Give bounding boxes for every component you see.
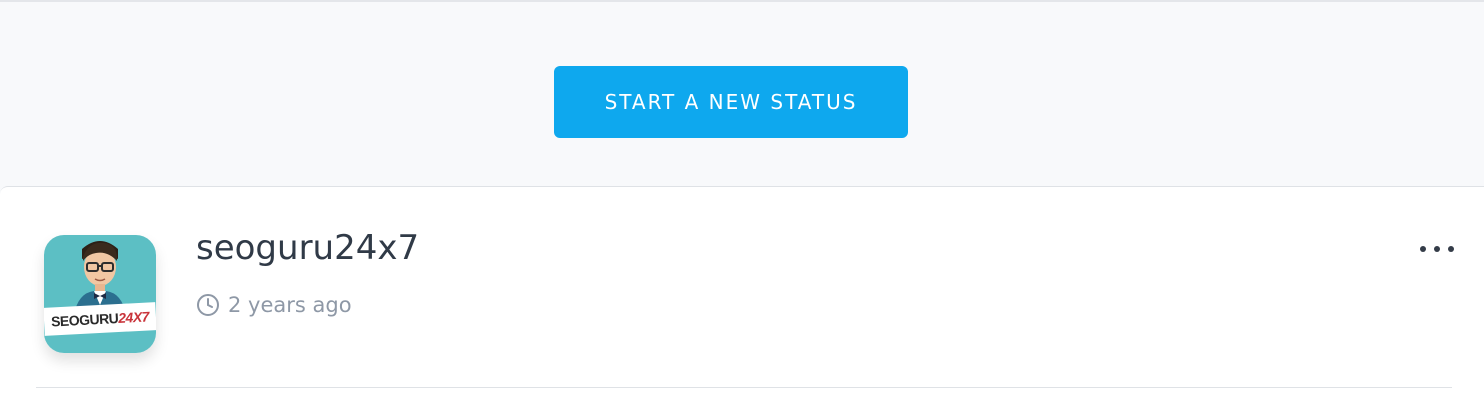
avatar[interactable]: SEOGURU 24X7 <box>44 235 156 353</box>
post-username[interactable]: seoguru24x7 <box>196 231 419 265</box>
avatar-illustration <box>74 241 126 315</box>
more-dot <box>1420 246 1426 252</box>
post-timestamp[interactable]: 2 years ago <box>228 293 352 317</box>
more-horizontal-icon[interactable] <box>1420 239 1454 259</box>
avatar-brand-label: SEOGURU 24X7 <box>44 302 156 336</box>
more-dot <box>1448 246 1454 252</box>
start-new-status-button[interactable]: START A NEW STATUS <box>554 66 908 138</box>
more-dot <box>1434 246 1440 252</box>
avatar-brand-text: SEOGURU <box>50 310 119 330</box>
status-card: SEOGURU 24X7 seoguru24x7 2 years ago <box>0 186 1484 406</box>
status-composer-area: START A NEW STATUS <box>0 2 1484 186</box>
clock-icon <box>197 294 219 316</box>
avatar-brand-accent: 24X7 <box>117 308 150 327</box>
post-meta: 2 years ago <box>196 293 352 317</box>
divider <box>36 387 1452 388</box>
